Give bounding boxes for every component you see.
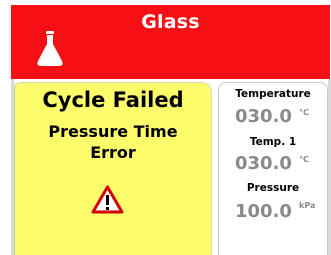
alarm-title: Cycle Failed	[42, 88, 184, 112]
readings-panel: Temperature 030.0 °C Temp. 1 030.0 °C Pr…	[218, 82, 328, 255]
screen: Glass Cycle Failed Pressure Time Error T…	[0, 0, 331, 255]
temperature-unit: °C	[299, 108, 309, 117]
flask-icon	[37, 31, 63, 66]
alarm-message-line1: Pressure Time	[48, 122, 178, 141]
pressure-label: Pressure	[246, 182, 300, 194]
temperature-label: Temperature	[235, 88, 311, 100]
warning-icon	[91, 185, 124, 214]
alarm-panel: Cycle Failed Pressure Time Error	[14, 82, 212, 255]
temperature-value: 030.0	[235, 106, 292, 127]
temp1-value: 030.0	[235, 153, 292, 174]
temp1-unit: °C	[299, 155, 309, 164]
alarm-message: Pressure Time Error	[15, 121, 211, 163]
temp1-label: Temp. 1	[249, 136, 297, 148]
pressure-value: 100.0	[235, 201, 292, 222]
pressure-unit: kPa	[299, 201, 316, 210]
header-bar: Glass	[11, 5, 330, 79]
alarm-message-line2: Error	[90, 143, 136, 162]
